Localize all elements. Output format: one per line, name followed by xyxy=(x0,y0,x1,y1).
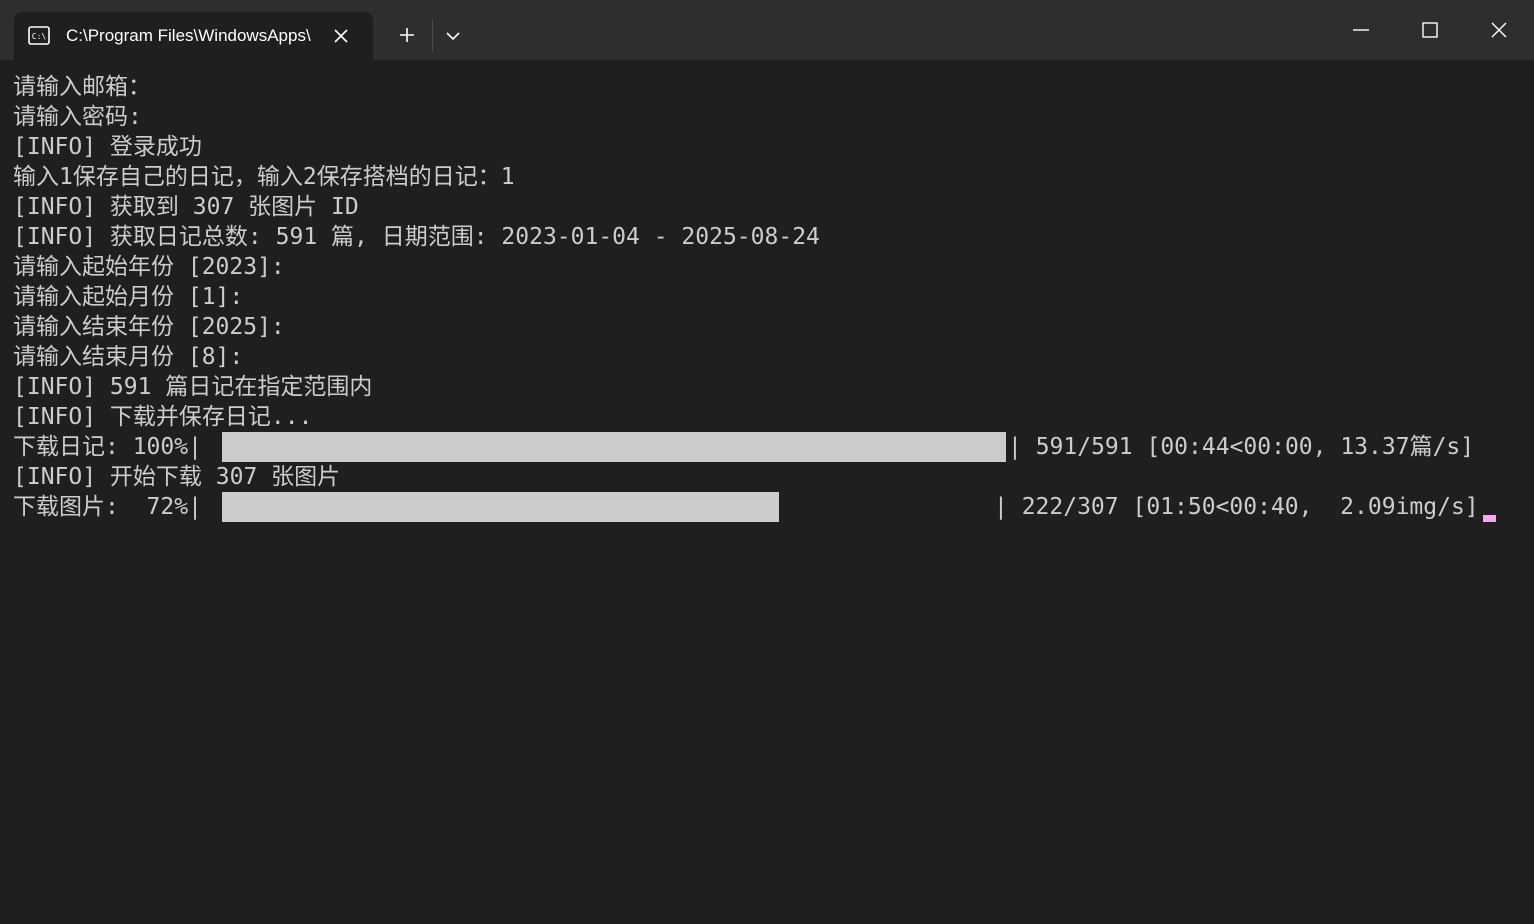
output-line: [INFO] 开始下载 307 张图片 xyxy=(13,464,341,490)
terminal-icon: C:\ xyxy=(28,26,50,45)
output-line: 请输入邮箱： xyxy=(13,74,151,100)
image-progress-stats: | 222/307 [01:50<00:40, 2.09img/s] xyxy=(994,494,1479,520)
svg-text:C:\: C:\ xyxy=(32,32,47,41)
chevron-down-icon[interactable] xyxy=(440,20,466,50)
text-cursor xyxy=(1483,515,1496,522)
title-bar: C:\ C:\Program Files\WindowsApps\ xyxy=(0,0,1534,60)
tab-divider xyxy=(432,19,433,51)
terminal-output[interactable]: 请输入邮箱： 请输入密码: [INFO] 登录成功 输入1保存自己的日记，输入2… xyxy=(0,60,1534,924)
output-line: [INFO] 获取日记总数: 591 篇, 日期范围: 2023-01-04 -… xyxy=(13,224,820,250)
image-progress-label: 下载图片: 72%| xyxy=(13,494,202,520)
diary-progress-bar xyxy=(222,432,1006,462)
diary-progress-fill xyxy=(222,432,1006,462)
output-line: 请输入结束月份 [8]: xyxy=(13,344,244,370)
image-progress-fill xyxy=(222,492,779,522)
minimize-button[interactable] xyxy=(1327,0,1395,60)
output-line: 请输入密码: xyxy=(13,104,142,130)
output-line: 输入1保存自己的日记，输入2保存搭档的日记：1 xyxy=(13,164,515,190)
close-icon xyxy=(1491,22,1507,38)
close-tab-icon[interactable] xyxy=(331,26,351,46)
output-line: 请输入结束年份 [2025]: xyxy=(13,314,285,340)
terminal-window: C:\ C:\Program Files\WindowsApps\ 请输入邮箱：… xyxy=(0,0,1534,924)
output-line: [INFO] 获取到 307 张图片 ID xyxy=(13,194,359,220)
maximize-button[interactable] xyxy=(1396,0,1464,60)
output-line: [INFO] 登录成功 xyxy=(13,134,202,160)
output-line: 请输入起始月份 [1]: xyxy=(13,284,244,310)
minimize-icon xyxy=(1353,29,1369,31)
image-progress-bar xyxy=(222,492,1006,522)
tab-title: C:\Program Files\WindowsApps\ xyxy=(66,26,311,45)
diary-progress-stats: | 591/591 [00:44<00:00, 13.37篇/s] xyxy=(1008,434,1475,460)
output-line: [INFO] 591 篇日记在指定范围内 xyxy=(13,374,373,400)
new-tab-button[interactable] xyxy=(392,20,422,50)
output-line: 请输入起始年份 [2023]: xyxy=(13,254,285,280)
maximize-icon xyxy=(1422,22,1438,38)
output-line: [INFO] 下载并保存日记... xyxy=(13,404,313,430)
tab-terminal[interactable]: C:\ C:\Program Files\WindowsApps\ xyxy=(14,12,373,60)
diary-progress-label: 下载日记: 100%| xyxy=(13,434,202,460)
close-window-button[interactable] xyxy=(1465,0,1533,60)
